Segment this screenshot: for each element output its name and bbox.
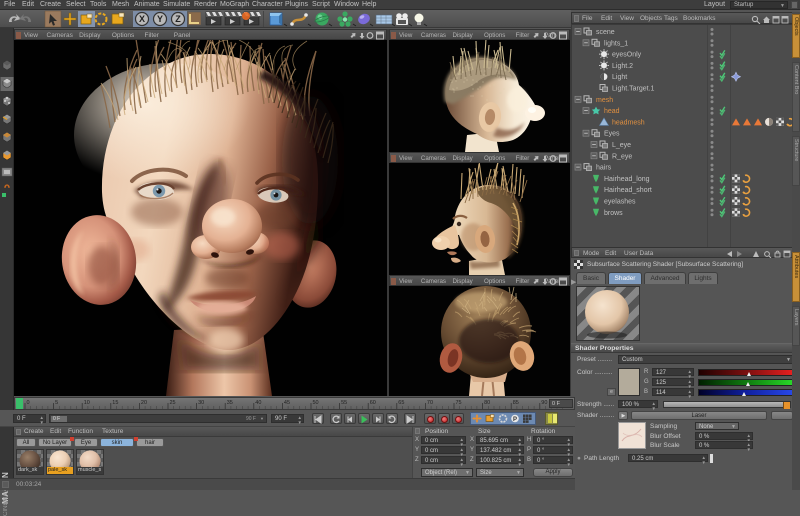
svg-text:65: 65 — [398, 400, 404, 406]
svg-text:scene: scene — [596, 29, 615, 36]
svg-text:60: 60 — [370, 400, 376, 406]
svg-text:75: 75 — [456, 400, 462, 406]
svg-text:lights_1: lights_1 — [604, 40, 628, 47]
svg-text:5: 5 — [55, 400, 58, 406]
svg-text:Light.2: Light.2 — [612, 63, 633, 70]
svg-text:L_eye: L_eye — [612, 142, 631, 149]
svg-text:30: 30 — [198, 400, 204, 406]
svg-text:Hairhead_long: Hairhead_long — [604, 176, 650, 183]
svg-text:R_eye: R_eye — [612, 153, 632, 160]
svg-text:Hairhead_short: Hairhead_short — [604, 187, 652, 194]
svg-text:50: 50 — [313, 400, 319, 406]
svg-text:15: 15 — [112, 400, 118, 406]
svg-text:P: P — [513, 417, 517, 423]
svg-text:70: 70 — [427, 400, 433, 406]
svg-text:mesh: mesh — [596, 97, 613, 104]
svg-text:45: 45 — [284, 400, 290, 406]
svg-text:0: 0 — [27, 400, 30, 406]
svg-text:85: 85 — [513, 400, 519, 406]
svg-text:eyelashes: eyelashes — [604, 199, 636, 206]
svg-text:headmesh: headmesh — [612, 119, 645, 126]
svg-text:25: 25 — [170, 400, 176, 406]
svg-text:40: 40 — [255, 400, 261, 406]
svg-text:Y: Y — [157, 14, 163, 24]
svg-text:35: 35 — [227, 400, 233, 406]
svg-text:brows: brows — [604, 210, 623, 217]
svg-text:20: 20 — [141, 400, 147, 406]
svg-text:10: 10 — [84, 400, 90, 406]
svg-text:X: X — [139, 14, 145, 24]
svg-text:hairs: hairs — [596, 165, 612, 172]
svg-text:eyesOnly: eyesOnly — [612, 52, 642, 59]
svg-text:Light: Light — [612, 74, 627, 81]
svg-text:head: head — [604, 108, 620, 115]
svg-text:Light.Target.1: Light.Target.1 — [612, 86, 655, 93]
svg-text:Z: Z — [175, 14, 181, 24]
svg-text:Eyes: Eyes — [604, 131, 620, 138]
svg-text:80: 80 — [484, 400, 490, 406]
svg-text:55: 55 — [341, 400, 347, 406]
svg-text:90: 90 — [541, 400, 547, 406]
